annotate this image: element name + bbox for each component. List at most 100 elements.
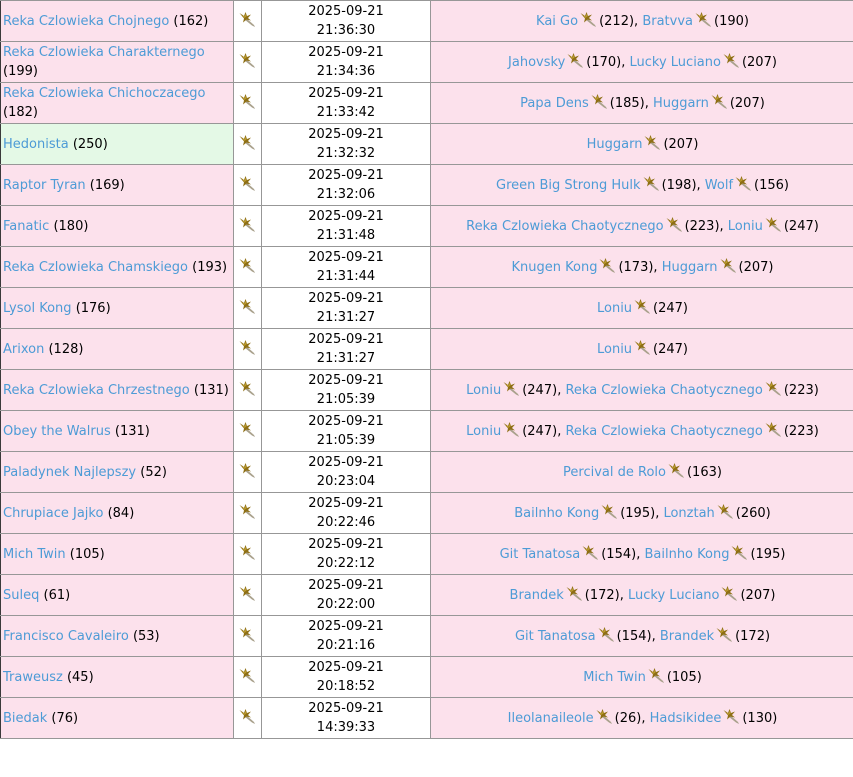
- killer-link[interactable]: Reka Czlowieka Chaotycznego: [565, 424, 762, 439]
- victim-link[interactable]: Chrupiace Jajko: [3, 506, 103, 521]
- kill-icon-cell: [234, 206, 262, 247]
- killer-level: (212): [599, 14, 634, 29]
- killer-link[interactable]: Huggarn: [662, 260, 718, 275]
- killer-level: (223): [685, 219, 720, 234]
- killers-cell: Percival de Rolo(163): [431, 452, 853, 493]
- victim-link[interactable]: Paladynek Najlepszy: [3, 465, 136, 480]
- kill-icon-cell: [234, 1, 262, 42]
- victim-link[interactable]: Mich Twin: [3, 547, 66, 562]
- war-kill-icon: [239, 668, 256, 684]
- death-date: 2025-09-21: [308, 86, 384, 101]
- victim-link[interactable]: Traweusz: [3, 670, 63, 685]
- killer-link[interactable]: Knugen Kong: [512, 260, 598, 275]
- killer-link[interactable]: Lucky Luciano: [630, 55, 721, 70]
- killer-level: (172): [735, 629, 770, 644]
- killer-link[interactable]: Mich Twin: [583, 670, 646, 685]
- killer-link[interactable]: Huggarn: [653, 96, 709, 111]
- killer-level: (105): [667, 670, 702, 685]
- killer-level: (156): [754, 178, 789, 193]
- killer-level: (190): [714, 14, 749, 29]
- war-kill-icon: [723, 709, 740, 725]
- victim-link[interactable]: Lysol Kong: [3, 301, 72, 316]
- killer-link[interactable]: Reka Czlowieka Chaotycznego: [565, 383, 762, 398]
- death-time-cell: 2025-09-2121:32:32: [262, 124, 431, 165]
- killers-cell: Kai Go(212), Bratvva(190): [431, 1, 853, 42]
- victim-link[interactable]: Francisco Cavaleiro: [3, 629, 129, 644]
- kill-icon-cell: [234, 534, 262, 575]
- killers-cell: Loniu(247), Reka Czlowieka Chaotycznego(…: [431, 370, 853, 411]
- killer-link[interactable]: Wolf: [705, 178, 733, 193]
- death-date: 2025-09-21: [308, 455, 384, 470]
- war-kill-icon: [735, 176, 752, 192]
- killer-link[interactable]: Ileolanaileole: [508, 711, 594, 726]
- killer-link[interactable]: Loniu: [728, 219, 763, 234]
- kill-icon-cell: [234, 657, 262, 698]
- killer-link[interactable]: Loniu: [597, 301, 632, 316]
- war-kill-icon: [239, 340, 256, 356]
- killer-separator: ,: [621, 55, 629, 70]
- killer-level: (130): [742, 711, 777, 726]
- killer-link[interactable]: Git Tanatosa: [515, 629, 596, 644]
- death-clock: 20:21:16: [317, 638, 375, 653]
- war-kill-icon: [239, 135, 256, 151]
- war-kill-icon: [634, 340, 651, 356]
- victim-link[interactable]: Reka Czlowieka Chrzestnego: [3, 383, 190, 398]
- war-kill-icon: [765, 381, 782, 397]
- killer-link[interactable]: Loniu: [466, 383, 501, 398]
- victim-cell: Raptor Tyran (169): [1, 165, 234, 206]
- killer-link[interactable]: Bailnho Kong: [644, 547, 729, 562]
- killer-link[interactable]: Lucky Luciano: [628, 588, 719, 603]
- victim-link[interactable]: Reka Czlowieka Chichoczacego: [3, 86, 206, 101]
- killer-link[interactable]: Green Big Strong Hulk: [496, 178, 641, 193]
- killer-link[interactable]: Brandek: [510, 588, 564, 603]
- killer-link[interactable]: Papa Dens: [520, 96, 589, 111]
- death-date: 2025-09-21: [308, 578, 384, 593]
- killer-link[interactable]: Brandek: [660, 629, 714, 644]
- war-kill-icon: [717, 504, 734, 520]
- killers-cell: Papa Dens(185), Huggarn(207): [431, 83, 853, 124]
- victim-link[interactable]: Reka Czlowieka Chamskiego: [3, 260, 188, 275]
- victim-link[interactable]: Arixon: [3, 342, 44, 357]
- killer-link[interactable]: Lonztah: [663, 506, 714, 521]
- war-kill-icon: [239, 53, 256, 69]
- victim-link[interactable]: Reka Czlowieka Charakternego: [3, 45, 205, 60]
- death-clock: 21:32:32: [317, 146, 375, 161]
- victim-link[interactable]: Fanatic: [3, 219, 49, 234]
- killer-link[interactable]: Kai Go: [536, 14, 578, 29]
- kill-icon-cell: [234, 42, 262, 83]
- victim-link[interactable]: Biedak: [3, 711, 47, 726]
- killer-link[interactable]: Hadsikidee: [650, 711, 722, 726]
- death-date: 2025-09-21: [308, 45, 384, 60]
- war-kill-icon: [580, 12, 597, 28]
- killer-link[interactable]: Git Tanatosa: [500, 547, 581, 562]
- death-time-cell: 2025-09-2121:31:27: [262, 288, 431, 329]
- victim-link[interactable]: Hedonista: [3, 137, 69, 152]
- killer-link[interactable]: Loniu: [597, 342, 632, 357]
- victim-link[interactable]: Obey the Walrus: [3, 424, 111, 439]
- killer-link[interactable]: Percival de Rolo: [563, 465, 666, 480]
- killer-link[interactable]: Jahovsky: [508, 55, 565, 70]
- killer-link[interactable]: Loniu: [466, 424, 501, 439]
- victim-cell: Biedak (76): [1, 698, 234, 739]
- death-date: 2025-09-21: [308, 619, 384, 634]
- death-clock: 21:34:36: [317, 64, 375, 79]
- death-time-cell: 2025-09-2120:22:00: [262, 575, 431, 616]
- victim-link[interactable]: Raptor Tyran: [3, 178, 86, 193]
- death-row: Fanatic (180)2025-09-2121:31:48Reka Czlo…: [1, 206, 853, 247]
- killer-level: (207): [739, 260, 774, 275]
- killer-link[interactable]: Bailnho Kong: [514, 506, 599, 521]
- victim-level: (84): [108, 506, 135, 521]
- killer-level: (247): [522, 424, 557, 439]
- killer-link[interactable]: Reka Czlowieka Chaotycznego: [466, 219, 663, 234]
- killers-cell: Git Tanatosa(154), Brandek(172): [431, 616, 853, 657]
- killer-level: (195): [750, 547, 785, 562]
- deaths-table-body: Reka Czlowieka Chojnego (162)2025-09-212…: [1, 1, 853, 739]
- victim-level: (52): [140, 465, 167, 480]
- killer-link[interactable]: Bratvva: [642, 14, 693, 29]
- victim-link[interactable]: Reka Czlowieka Chojnego: [3, 14, 169, 29]
- victim-link[interactable]: Suleq: [3, 588, 39, 603]
- killer-level: (247): [522, 383, 557, 398]
- killer-level: (26): [615, 711, 642, 726]
- kill-icon-cell: [234, 411, 262, 452]
- killer-link[interactable]: Huggarn: [587, 137, 643, 152]
